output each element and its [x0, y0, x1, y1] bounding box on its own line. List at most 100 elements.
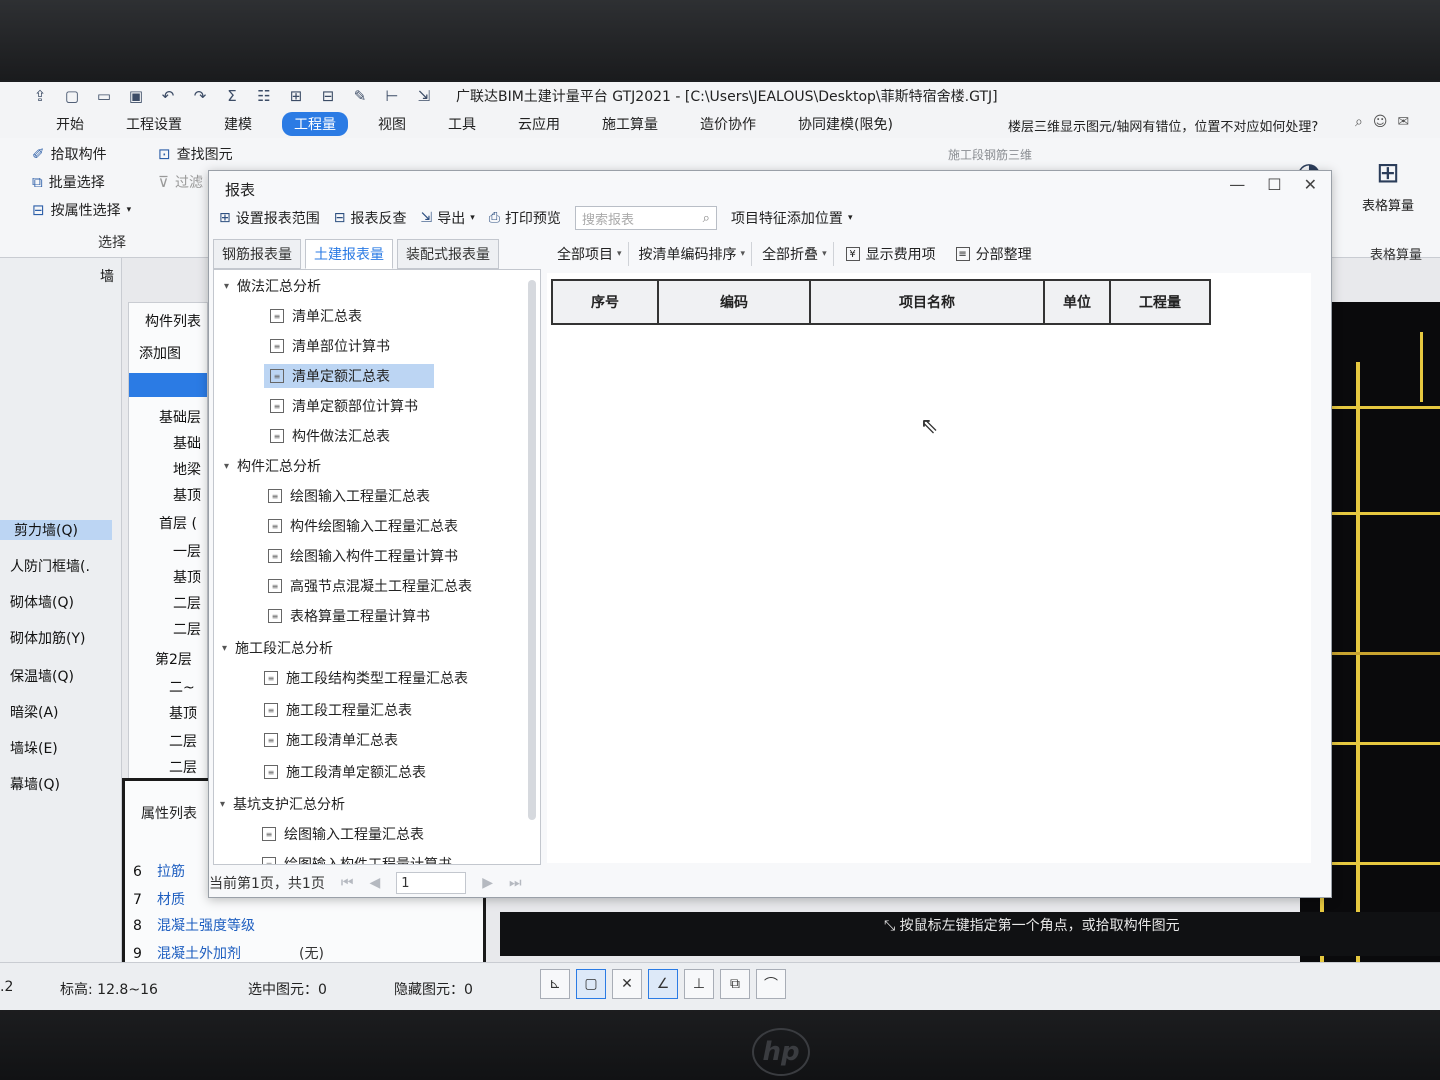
list-item[interactable]: 第2层 — [155, 649, 192, 669]
dim-icon[interactable]: ⊢ — [382, 86, 402, 106]
list-item[interactable]: 地梁 — [173, 459, 201, 479]
nav-item-masonry-wall[interactable]: 砌体墙(Q) — [10, 592, 74, 612]
ortho-icon[interactable]: ⊾ — [540, 969, 570, 999]
tree-item[interactable]: ≡ 构件绘图输入工程量汇总表 — [268, 514, 458, 538]
show-fees-toggle[interactable]: ¥ 显示费用项 — [838, 242, 944, 266]
tree-item[interactable]: ≡ 施工段清单汇总表 — [264, 728, 398, 752]
last-page-icon[interactable]: ⏭ — [509, 875, 522, 891]
export-button[interactable]: ⇲ 导出 ▾ — [420, 208, 474, 228]
tree-item[interactable]: ≡ 施工段清单定额汇总表 — [264, 760, 426, 784]
tree-item[interactable]: ≡ 清单部位计算书 — [270, 334, 390, 358]
list-item[interactable]: 基顶 — [173, 485, 201, 505]
prev-page-icon[interactable]: ◀ — [369, 875, 380, 891]
menu-tools[interactable]: 工具 — [436, 112, 488, 136]
nav-item-curtain-wall[interactable]: 幕墙(Q) — [10, 774, 60, 794]
list-item[interactable]: 首层 ( — [159, 513, 197, 533]
tree-item[interactable]: ≡ 构件做法汇总表 — [270, 424, 390, 448]
tree-group-method-summary[interactable]: ▾ 做法汇总分析 — [224, 274, 321, 298]
tree-item[interactable]: ≡ 绘图输入构件工程量计算书 — [262, 852, 452, 864]
menu-project-settings[interactable]: 工程设置 — [114, 112, 194, 136]
filter-field[interactable]: 墙 — [100, 266, 114, 286]
list-item[interactable]: 基顶 — [173, 567, 201, 587]
tree-item[interactable]: ≡ 施工段结构类型工程量汇总表 — [264, 666, 468, 690]
component-list-selected-row[interactable] — [129, 373, 207, 397]
tab-rebar-report[interactable]: 钢筋报表量 — [213, 239, 301, 269]
tree-item[interactable]: ≡ 清单汇总表 — [270, 304, 362, 328]
minimize-icon[interactable]: — — [1229, 175, 1245, 194]
stage-rebar-3d-button[interactable]: 施工段钢筋三维 — [948, 146, 1032, 163]
list-item[interactable]: 二层 — [169, 757, 197, 777]
set-range-button[interactable]: ⊞ 设置报表范围 — [219, 208, 320, 228]
export-icon[interactable]: ⇲ — [414, 86, 434, 106]
attr-row[interactable]: 8 混凝土强度等级 — [133, 915, 255, 935]
menu-modeling[interactable]: 建模 — [212, 112, 264, 136]
attr-row[interactable]: 7 材质 — [133, 889, 185, 909]
tree-item[interactable]: ≡ 清单定额部位计算书 — [270, 394, 418, 418]
grid-icon[interactable]: ⊞ — [286, 86, 306, 106]
angle-icon[interactable]: ∠ — [648, 969, 678, 999]
cross-icon[interactable]: ✕ — [612, 969, 642, 999]
pick-component-button[interactable]: ✐ 拾取构件 — [32, 144, 107, 164]
print-preview-button[interactable]: ⎙ 打印预览 — [489, 208, 561, 228]
first-page-icon[interactable]: ⏮ — [341, 875, 354, 891]
col-header-item-name[interactable]: 项目名称 — [809, 279, 1045, 325]
tree-group-stage-summary[interactable]: ▾ 施工段汇总分析 — [222, 636, 333, 660]
filter-button[interactable]: ⊽ 过滤 — [158, 172, 203, 192]
tree-group-pit-support-summary[interactable]: ▾ 基坑支护汇总分析 — [220, 792, 345, 816]
nav-item-hidden-beam[interactable]: 暗梁(A) — [10, 702, 59, 722]
new-icon[interactable]: ▢ — [62, 86, 82, 106]
list-item[interactable]: 一层 — [173, 541, 201, 561]
tree-item[interactable]: ≡ 施工段工程量汇总表 — [264, 698, 412, 722]
reverse-check-button[interactable]: ⊟ 报表反查 — [334, 208, 407, 228]
add-component-button[interactable]: 添加图 — [139, 343, 181, 363]
col-header-seq[interactable]: 序号 — [551, 279, 659, 325]
next-page-icon[interactable]: ▶ — [482, 875, 493, 891]
attr-select-button[interactable]: ⊟ 按属性选择 ▾ — [32, 200, 131, 220]
list-item[interactable]: 基础层 — [159, 407, 201, 427]
menu-view[interactable]: 视图 — [366, 112, 418, 136]
col-header-unit[interactable]: 单位 — [1043, 279, 1111, 325]
search-icon[interactable]: ⌕ — [1355, 114, 1363, 130]
snap-rect-icon[interactable]: ▢ — [576, 969, 606, 999]
menu-construction[interactable]: 施工算量 — [590, 112, 670, 136]
col-header-quantity[interactable]: 工程量 — [1109, 279, 1211, 325]
table-calc-button[interactable]: ⊞ 表格算量 — [1362, 156, 1414, 214]
tree-item-selected[interactable]: ≡ 清单定额汇总表 — [264, 364, 434, 388]
help-question-link[interactable]: 楼层三维显示图元/轴网有错位，位置不对应如何处理? — [1008, 116, 1318, 135]
list-item[interactable]: 二层 — [169, 731, 197, 751]
menu-quantity[interactable]: 工程量 — [282, 112, 348, 136]
tree-item[interactable]: ≡ 绘图输入工程量汇总表 — [262, 822, 424, 846]
nav-item-civil-door-frame-wall[interactable]: 人防门框墙(. — [10, 556, 90, 576]
find-element-button[interactable]: ⊡ 查找图元 — [158, 144, 233, 164]
calc-icon[interactable]: Σ — [222, 86, 242, 106]
nav-item-wall-pier[interactable]: 墙垛(E) — [10, 738, 58, 758]
menu-collab-model[interactable]: 协同建模(限免) — [786, 112, 905, 136]
feature-position-dropdown[interactable]: 项目特征添加位置 ▾ — [731, 208, 853, 228]
upload-icon[interactable]: ⇪ — [30, 86, 50, 106]
all-items-dropdown[interactable]: 全部项目 ▾ — [551, 242, 629, 266]
tree-item[interactable]: ≡ 表格算量工程量计算书 — [268, 604, 430, 628]
tree-scrollbar[interactable] — [528, 280, 536, 820]
user-icon[interactable]: ☺ — [1373, 114, 1388, 130]
col-header-code[interactable]: 编码 — [657, 279, 811, 325]
nav-item-insulation-wall[interactable]: 保温墙(Q) — [10, 666, 74, 686]
attr-row[interactable]: 6 拉筋 — [133, 861, 185, 881]
tab-civil-report[interactable]: 土建报表量 — [305, 239, 393, 269]
close-icon[interactable]: ✕ — [1304, 175, 1317, 194]
list-item[interactable]: 二层 — [173, 593, 201, 613]
nav-item-shear-wall[interactable]: 剪力墙(Q) — [0, 520, 112, 540]
table-icon[interactable]: ☷ — [254, 86, 274, 106]
list-item[interactable]: 二~ — [169, 677, 195, 697]
tree-item[interactable]: ≡ 高强节点混凝土工程量汇总表 — [268, 574, 472, 598]
tree-item[interactable]: ≡ 绘图输入构件工程量计算书 — [268, 544, 458, 568]
tree-item[interactable]: ≡ 绘图输入工程量汇总表 — [268, 484, 430, 508]
maximize-icon[interactable]: ☐ — [1267, 175, 1281, 194]
list-item[interactable]: 二层 — [173, 619, 201, 639]
menu-start[interactable]: 开始 — [44, 112, 96, 136]
nav-item-masonry-rebar[interactable]: 砌体加筋(Y) — [10, 628, 85, 648]
chat-icon[interactable]: ✉ — [1397, 114, 1409, 130]
list-item[interactable]: 基础 — [173, 433, 201, 453]
draw-icon[interactable]: ✎ — [350, 86, 370, 106]
sort-parts-button[interactable]: ≡ 分部整理 — [948, 242, 1040, 266]
save-icon[interactable]: ▣ — [126, 86, 146, 106]
